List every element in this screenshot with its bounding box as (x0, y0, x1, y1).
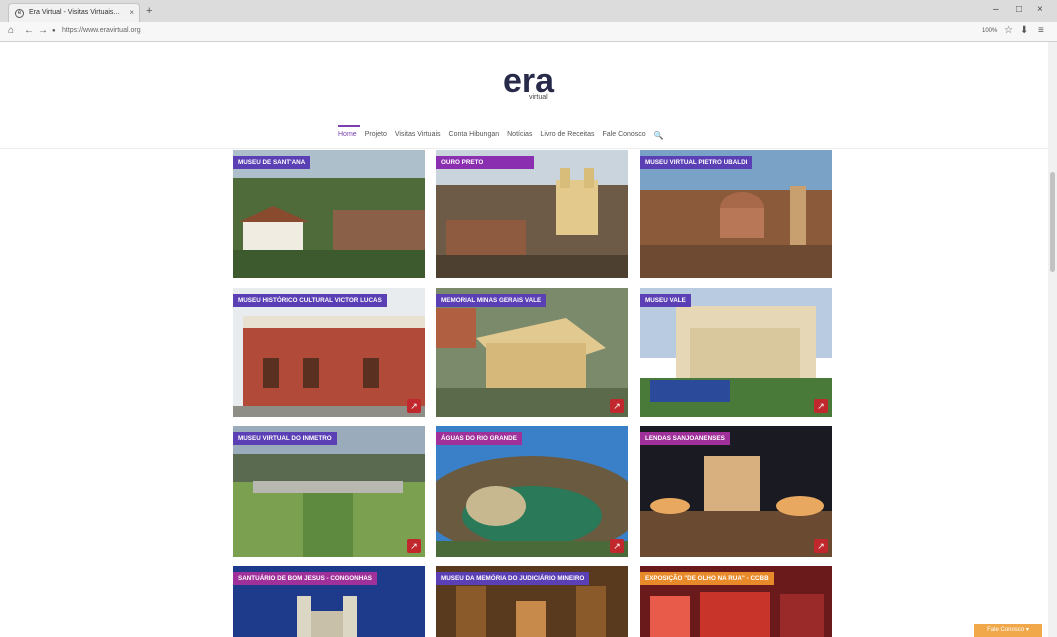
floating-contact-button[interactable]: Fale Conosco ▾ (974, 624, 1042, 637)
nav-visitas-virtuais[interactable]: Visitas Virtuais (395, 131, 441, 145)
virtual-tour-icon[interactable]: ↗ (610, 539, 624, 553)
maximize-icon[interactable]: □ (1016, 4, 1022, 15)
main-nav: Home Projeto Visitas Virtuais Conta Hibu… (338, 125, 664, 145)
header-divider (0, 148, 1057, 149)
virtual-tour-icon[interactable]: ↗ (610, 399, 624, 413)
card-exposicao-de-olho-na-rua[interactable]: EXPOSIÇÃO "DE OLHO NA RUA" - CCBB (640, 566, 832, 637)
card-image (233, 150, 425, 278)
close-tab-icon[interactable]: × (129, 8, 134, 17)
lock-icon: ● (52, 28, 56, 34)
card-label: MUSEU VIRTUAL PIETRO UBALDI (640, 156, 753, 169)
card-label: OURO PRETO (436, 156, 534, 169)
card-image (436, 288, 628, 417)
page-scrollbar[interactable] (1048, 42, 1057, 637)
star-icon[interactable]: ☆ (1004, 25, 1013, 36)
browser-tabbar: e Era Virtual - Visitas Virtuais... × + … (0, 0, 1057, 22)
address-bar: ⌂ ← → ● https://www.eravirtual.org 100% … (0, 22, 1057, 42)
menu-icon[interactable]: ≡ (1038, 25, 1044, 36)
card-museu-de-santana[interactable]: MUSEU DE SANT'ANA (233, 150, 425, 278)
card-image (640, 426, 832, 557)
window-close-icon[interactable]: × (1037, 4, 1043, 15)
card-label: LENDAS SANJOANENSES (640, 432, 730, 445)
card-label: MUSEU VALE (640, 294, 691, 307)
card-image (436, 426, 628, 557)
virtual-tour-icon[interactable]: ↗ (407, 539, 421, 553)
card-museu-virtual-do-inmetro[interactable]: MUSEU VIRTUAL DO INMETRO ↗ (233, 426, 425, 557)
card-image (436, 150, 628, 278)
logo-text: era (502, 62, 555, 100)
card-lendas-sanjoanenses[interactable]: LENDAS SANJOANENSES ↗ (640, 426, 832, 557)
nav-livro-de-receitas[interactable]: Livro de Receitas (540, 131, 594, 145)
download-icon[interactable]: ⬇ (1020, 25, 1028, 36)
card-museu-historico-cultural-victor-lucas[interactable]: MUSEU HISTÓRICO CULTURAL VICTOR LUCAS ↗ (233, 288, 425, 417)
card-label: MEMORIAL MINAS GERAIS VALE (436, 294, 547, 307)
tab-title: Era Virtual - Visitas Virtuais... (29, 9, 120, 16)
card-label: SANTUÁRIO DE BOM JESUS - CONGONHAS (233, 572, 377, 585)
new-tab-icon[interactable]: + (146, 5, 152, 17)
logo-subtext: virtual (529, 94, 548, 101)
card-museu-da-memoria-do-judiciario-mineiro[interactable]: MUSEU DA MEMÓRIA DO JUDICIÁRIO MINEIRO (436, 566, 628, 637)
card-label: MUSEU VIRTUAL DO INMETRO (233, 432, 337, 445)
card-image (640, 150, 832, 278)
nav-noticias[interactable]: Notícias (507, 131, 532, 145)
card-label: EXPOSIÇÃO "DE OLHO NA RUA" - CCBB (640, 572, 774, 585)
card-label: ÁGUAS DO RIO GRANDE (436, 432, 522, 445)
card-santuario-de-bom-jesus[interactable]: SANTUÁRIO DE BOM JESUS - CONGONHAS (233, 566, 425, 637)
nav-projeto[interactable]: Projeto (365, 131, 387, 145)
card-museu-vale[interactable]: MUSEU VALE ↗ (640, 288, 832, 417)
card-image (233, 426, 425, 557)
nav-home[interactable]: Home (338, 125, 360, 145)
card-image (233, 288, 425, 417)
url-input[interactable]: https://www.eravirtual.org (62, 27, 141, 34)
forward-icon[interactable]: → (38, 25, 48, 36)
virtual-tour-icon[interactable]: ↗ (814, 539, 828, 553)
back-icon[interactable]: ← (24, 25, 34, 36)
nav-fale-conosco[interactable]: Fale Conosco (603, 131, 646, 145)
browser-tab[interactable]: e Era Virtual - Visitas Virtuais... × (8, 3, 140, 22)
tab-favicon-icon: e (15, 9, 24, 18)
zoom-level: 100% (982, 28, 998, 34)
card-label: MUSEU DE SANT'ANA (233, 156, 311, 169)
card-ouro-preto[interactable]: OURO PRETO (436, 150, 628, 278)
card-label: MUSEU HISTÓRICO CULTURAL VICTOR LUCAS (233, 294, 387, 307)
virtual-tour-icon[interactable]: ↗ (814, 399, 828, 413)
home-icon[interactable]: ⌂ (8, 25, 14, 36)
card-memorial-minas-gerais-vale[interactable]: MEMORIAL MINAS GERAIS VALE ↗ (436, 288, 628, 417)
card-label: MUSEU DA MEMÓRIA DO JUDICIÁRIO MINEIRO (436, 572, 590, 585)
card-aguas-do-rio-grande[interactable]: ÁGUAS DO RIO GRANDE ↗ (436, 426, 628, 557)
site-logo[interactable]: era virtual (0, 62, 1057, 101)
virtual-tour-icon[interactable]: ↗ (407, 399, 421, 413)
card-image (640, 288, 832, 417)
card-museu-virtual-pietro-ubaldi[interactable]: MUSEU VIRTUAL PIETRO UBALDI (640, 150, 832, 278)
search-icon[interactable]: 🔍 (654, 131, 664, 145)
scrollbar-thumb[interactable] (1050, 172, 1055, 272)
nav-conta-hibungan[interactable]: Conta Hibungan (449, 131, 500, 145)
minimize-icon[interactable]: – (993, 4, 999, 15)
